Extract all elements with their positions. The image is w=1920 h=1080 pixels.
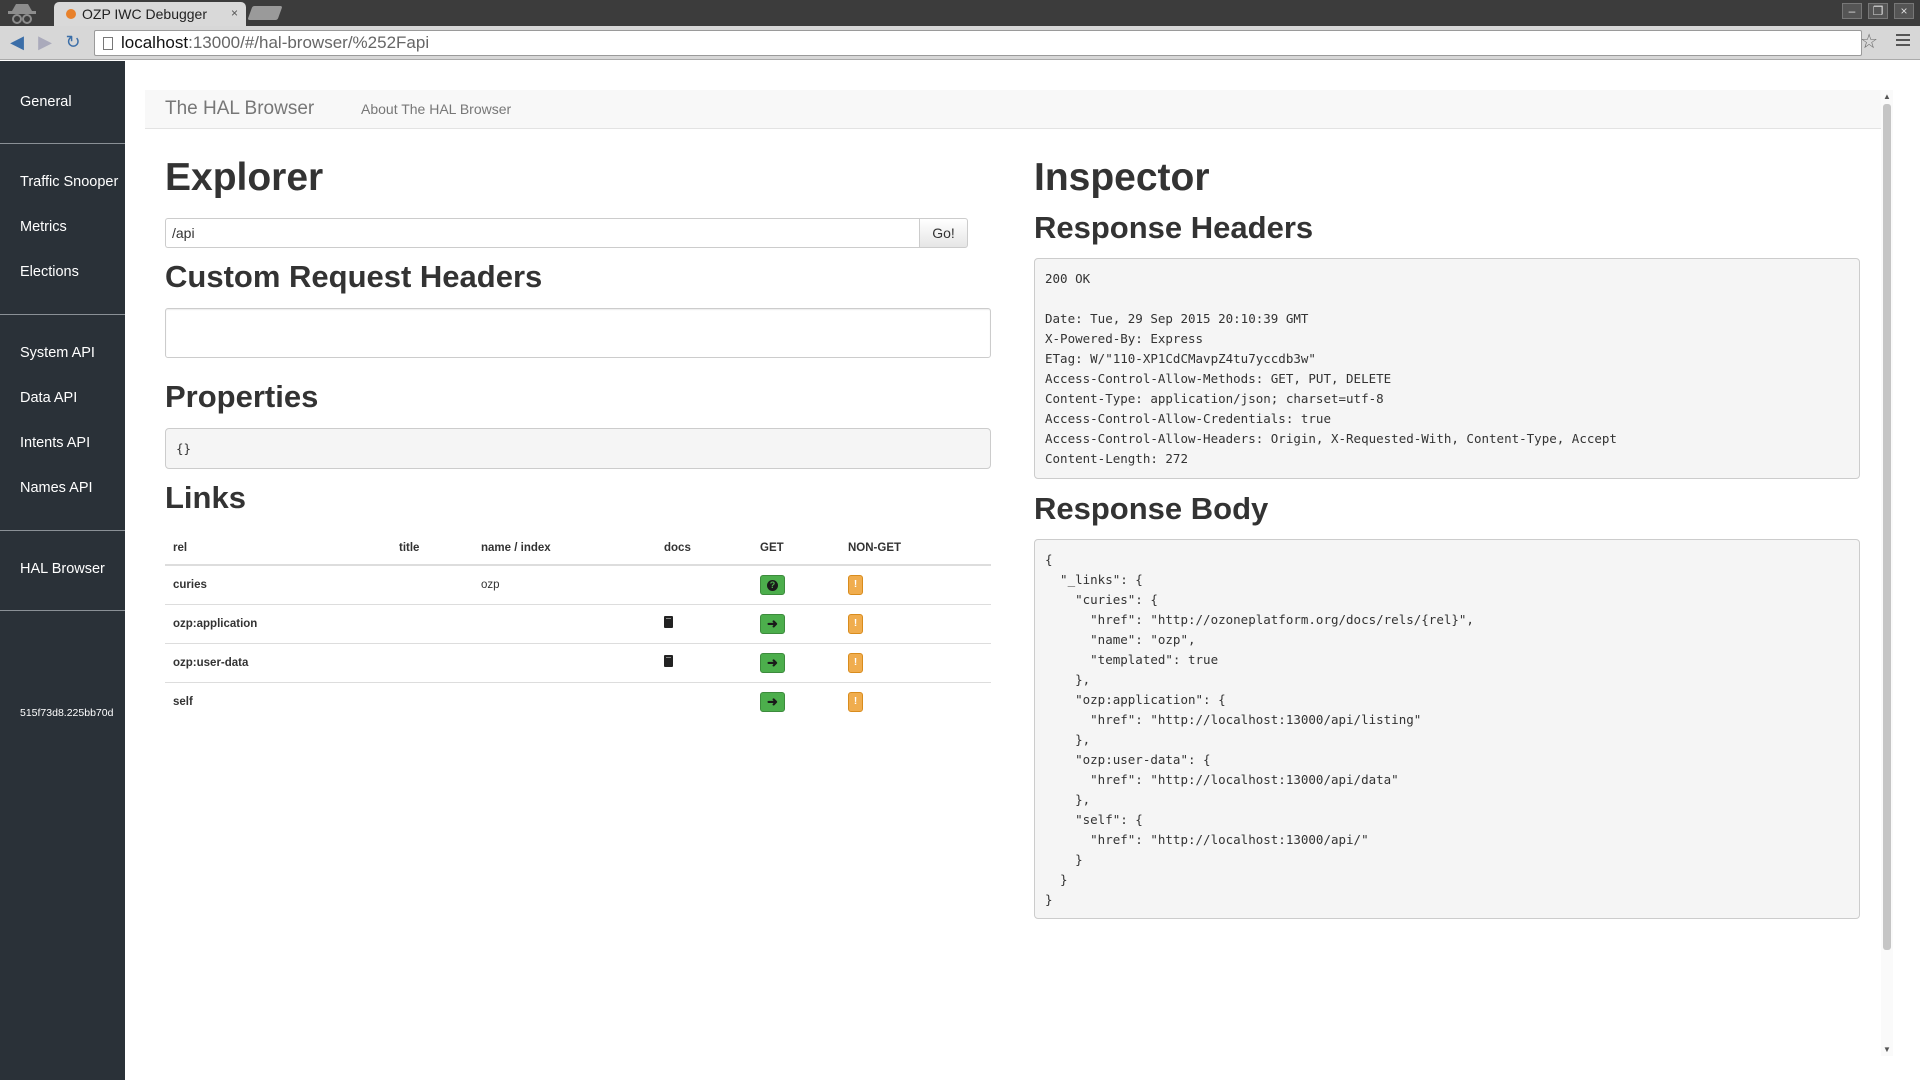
custom-headers-textarea[interactable] xyxy=(165,308,991,358)
link-docs xyxy=(656,681,752,721)
get-button[interactable]: ➜ xyxy=(760,613,785,634)
sidebar-item-hal-browser[interactable]: HAL Browser xyxy=(20,561,105,577)
column-header: NON-GET xyxy=(840,531,991,566)
incognito-icon xyxy=(8,4,36,24)
client-id: 515f73d8.225bb70d xyxy=(20,707,114,719)
browser-toolbar: ◀ ▶ ↻ localhost:13000/#/hal-browser/%252… xyxy=(0,26,1920,60)
url-host: localhost xyxy=(121,33,189,52)
sidebar-divider xyxy=(0,314,125,315)
column-header: docs xyxy=(656,531,752,566)
explorer-title: Explorer xyxy=(165,156,324,199)
link-title xyxy=(391,603,473,643)
links-header-row: rel title name / index docs GET NON-GET xyxy=(165,531,991,566)
non-get-button[interactable]: ! xyxy=(848,691,863,712)
question-icon: ? xyxy=(767,579,778,591)
arrow-right-icon: ➜ xyxy=(767,615,778,631)
reload-icon[interactable]: ↻ xyxy=(62,31,84,53)
scroll-up-arrow-icon[interactable]: ▲ xyxy=(1883,92,1891,101)
address-bar[interactable]: localhost:13000/#/hal-browser/%252Fapi xyxy=(94,30,1862,56)
get-button[interactable]: ➜ xyxy=(760,652,785,673)
link-rel: curies xyxy=(165,564,391,604)
forward-arrow-icon[interactable]: ▶ xyxy=(34,31,56,53)
links-title: Links xyxy=(165,480,246,515)
sidebar-divider xyxy=(0,610,125,611)
book-icon[interactable] xyxy=(664,655,673,667)
non-get-button[interactable]: ! xyxy=(848,652,863,673)
link-name xyxy=(473,681,656,721)
about-hal-link[interactable]: About The HAL Browser xyxy=(361,101,511,117)
new-tab-button[interactable] xyxy=(247,6,283,20)
response-body-title: Response Body xyxy=(1034,491,1269,526)
url-path: :13000/#/hal-browser/%252Fapi xyxy=(188,33,430,52)
column-header: name / index xyxy=(473,531,656,566)
link-title xyxy=(391,642,473,682)
tab-close-icon[interactable]: × xyxy=(231,6,238,20)
favicon-icon xyxy=(66,9,76,19)
link-name xyxy=(473,603,656,643)
link-docs xyxy=(656,564,752,604)
uri-input[interactable] xyxy=(165,218,920,248)
back-arrow-icon[interactable]: ◀ xyxy=(6,31,28,53)
tab-title: OZP IWC Debugger xyxy=(82,6,208,22)
sidebar-item-metrics[interactable]: Metrics xyxy=(20,219,67,235)
response-headers-title: Response Headers xyxy=(1034,210,1314,245)
column-header: title xyxy=(391,531,473,566)
link-name xyxy=(473,642,656,682)
properties-box: {} xyxy=(165,428,991,469)
sidebar-divider xyxy=(0,530,125,531)
sidebar-item-system-api[interactable]: System API xyxy=(20,345,95,361)
minimize-button[interactable]: – xyxy=(1842,3,1862,19)
arrow-right-icon: ➜ xyxy=(767,654,778,670)
page-icon xyxy=(103,37,113,50)
get-button[interactable]: ➜ xyxy=(760,691,785,712)
hal-brand-link[interactable]: The HAL Browser xyxy=(165,98,314,120)
scroll-down-arrow-icon[interactable]: ▼ xyxy=(1883,1045,1891,1054)
link-rel: ozp:application xyxy=(165,603,391,643)
go-button[interactable]: Go! xyxy=(919,218,968,248)
hal-navbar: The HAL Browser About The HAL Browser xyxy=(145,90,1881,129)
arrow-right-icon: ➜ xyxy=(767,693,778,709)
links-table: rel title name / index docs GET NON-GET … xyxy=(165,531,991,721)
scrollbar-thumb[interactable] xyxy=(1883,104,1891,950)
table-row: ozp:user-data ➜ ! xyxy=(165,642,991,682)
table-row: ozp:application ➜ ! xyxy=(165,603,991,643)
browser-titlebar: OZP IWC Debugger × – ❐ × xyxy=(0,0,1920,26)
sidebar-item-intents-api[interactable]: Intents API xyxy=(20,435,90,451)
column-header: GET xyxy=(752,531,840,566)
sidebar-item-data-api[interactable]: Data API xyxy=(20,390,77,406)
sidebar-item-traffic-snooper[interactable]: Traffic Snooper xyxy=(20,174,118,190)
restore-button[interactable]: ❐ xyxy=(1868,3,1888,19)
non-get-button[interactable]: ! xyxy=(848,574,863,595)
book-icon[interactable] xyxy=(664,616,673,628)
link-rel: ozp:user-data xyxy=(165,642,391,682)
non-get-button[interactable]: ! xyxy=(848,613,863,634)
response-body-box: { "_links": { "curies": { "href": "http:… xyxy=(1034,539,1860,919)
link-docs xyxy=(656,603,752,643)
inspector-title: Inspector xyxy=(1034,156,1210,199)
link-title xyxy=(391,564,473,604)
get-button[interactable]: ? xyxy=(760,574,785,595)
custom-headers-title: Custom Request Headers xyxy=(165,259,543,294)
properties-title: Properties xyxy=(165,379,319,414)
link-docs xyxy=(656,642,752,682)
response-headers-box: 200 OK Date: Tue, 29 Sep 2015 20:10:39 G… xyxy=(1034,258,1860,479)
sidebar-divider xyxy=(0,143,125,144)
sidebar-item-general[interactable]: General xyxy=(20,94,72,110)
link-title xyxy=(391,681,473,721)
sidebar-item-names-api[interactable]: Names API xyxy=(20,480,93,496)
browser-tab[interactable]: OZP IWC Debugger × xyxy=(54,2,246,26)
bookmark-star-icon[interactable]: ☆ xyxy=(1860,31,1878,53)
link-name: ozp xyxy=(473,564,656,604)
table-row: self ➜ ! xyxy=(165,681,991,721)
browser-menu-icon[interactable] xyxy=(1896,34,1910,49)
link-rel: self xyxy=(165,681,391,721)
sidebar: General Traffic Snooper Metrics Election… xyxy=(0,61,125,1080)
sidebar-item-elections[interactable]: Elections xyxy=(20,264,79,280)
close-window-button[interactable]: × xyxy=(1894,3,1914,19)
column-header: rel xyxy=(165,531,391,566)
table-row: curies ozp ? ! xyxy=(165,564,991,604)
